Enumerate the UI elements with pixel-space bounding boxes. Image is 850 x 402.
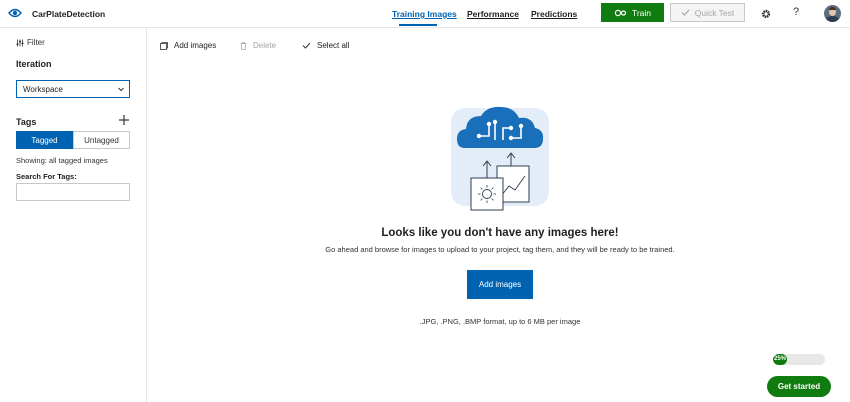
select-all-toolbar-button[interactable]: Select all — [302, 41, 349, 50]
project-title[interactable]: CarPlateDetection — [32, 9, 105, 19]
get-started-button[interactable]: Get started — [767, 376, 831, 397]
supported-formats-text: .JPG, .PNG, .BMP format, up to 6 MB per … — [419, 317, 581, 326]
iteration-heading: Iteration — [16, 59, 52, 69]
onboarding-progress-text: 25% — [774, 356, 787, 362]
active-tab-indicator — [399, 24, 437, 26]
tab-predictions[interactable]: Predictions — [531, 9, 577, 19]
user-avatar[interactable] — [824, 5, 841, 22]
add-images-button[interactable]: Add images — [467, 270, 533, 299]
train-button[interactable]: Train — [601, 3, 664, 22]
tab-training-images[interactable]: Training Images — [392, 9, 457, 19]
quick-test-label: Quick Test — [694, 7, 735, 18]
eye-logo-icon[interactable] — [8, 7, 22, 19]
trash-icon — [240, 41, 247, 50]
iteration-dropdown[interactable]: Workspace — [16, 80, 130, 98]
image-stack-icon — [160, 41, 168, 50]
search-tags-label: Search For Tags: — [16, 172, 77, 181]
add-images-toolbar-button[interactable]: Add images — [160, 41, 216, 50]
iteration-selected-value: Workspace — [23, 84, 63, 94]
tab-tagged[interactable]: Tagged — [16, 131, 73, 149]
avatar-hair — [829, 7, 836, 10]
gears-icon — [614, 9, 627, 16]
tags-heading: Tags — [16, 117, 37, 127]
select-check-icon — [302, 42, 311, 49]
empty-state-illustration — [451, 106, 549, 211]
train-label: Train — [631, 7, 652, 18]
tab-performance[interactable]: Performance — [467, 9, 519, 19]
filter-label: Filter — [27, 38, 45, 47]
empty-state-title: Looks like you don't have any images her… — [381, 227, 619, 239]
showing-status: Showing: all tagged images — [16, 156, 108, 165]
chevron-down-icon — [118, 87, 124, 92]
settings-gear-icon[interactable] — [760, 8, 772, 20]
tab-untagged[interactable]: Untagged — [73, 131, 130, 149]
empty-state-description: Go ahead and browse for images to upload… — [325, 245, 675, 254]
avatar-body — [826, 16, 839, 22]
help-icon[interactable]: ? — [793, 6, 799, 18]
add-tag-plus-icon[interactable] — [119, 115, 129, 125]
add-images-label: Add images — [174, 41, 217, 50]
checkmark-icon — [681, 9, 690, 16]
select-all-label: Select all — [317, 41, 350, 50]
top-bar: CarPlateDetection Training Images Perfor… — [0, 0, 850, 28]
search-tags-input[interactable] — [16, 183, 130, 201]
delete-toolbar-button[interactable]: Delete — [240, 41, 276, 50]
filter-toggle[interactable]: Filter — [16, 38, 45, 47]
sidebar: Filter Iteration Workspace Tags Tagged U… — [0, 28, 147, 402]
delete-label: Delete — [253, 41, 277, 50]
quick-test-button[interactable]: Quick Test — [670, 3, 745, 22]
filter-sliders-icon — [16, 39, 24, 46]
